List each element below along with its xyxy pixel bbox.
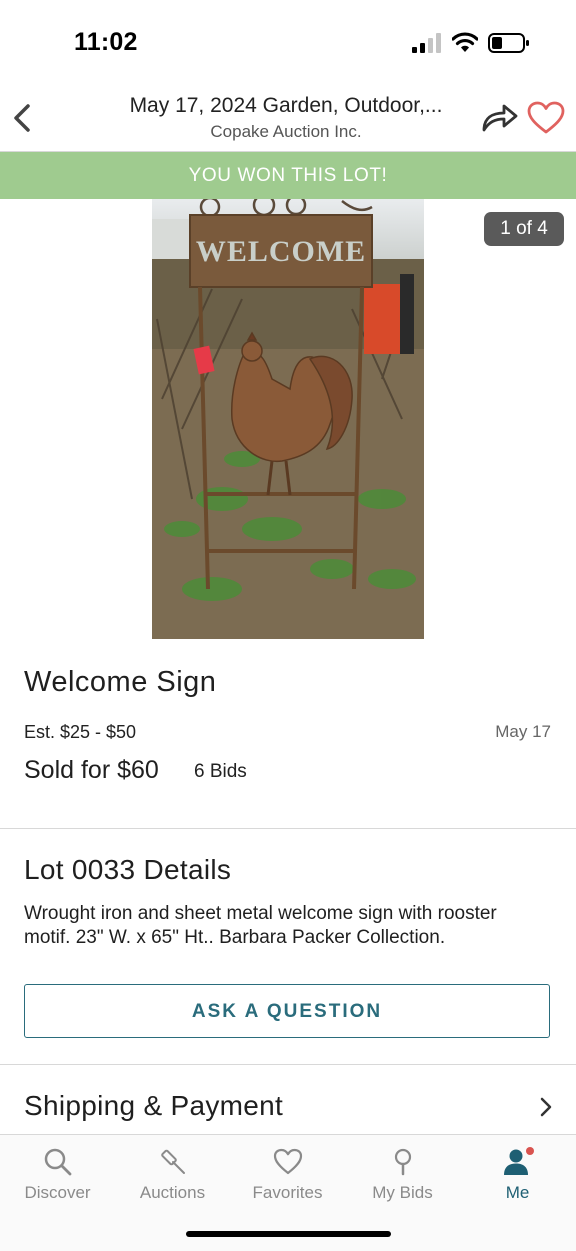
cellular-signal-icon bbox=[412, 33, 441, 53]
search-icon bbox=[44, 1148, 71, 1176]
home-indicator bbox=[186, 1231, 391, 1237]
tab-label-my-bids: My Bids bbox=[372, 1183, 433, 1202]
won-lot-banner: YOU WON THIS LOT! bbox=[0, 152, 576, 199]
tab-auctions[interactable]: Auctions bbox=[115, 1141, 230, 1211]
auction-house-name[interactable]: Copake Auction Inc. bbox=[100, 122, 472, 142]
favorite-heart-icon[interactable] bbox=[526, 100, 566, 136]
lot-description: Wrought iron and sheet metal welcome sig… bbox=[24, 903, 497, 948]
tab-my-bids[interactable]: My Bids bbox=[345, 1141, 460, 1211]
tab-label-me: Me bbox=[505, 1183, 530, 1202]
heart-icon bbox=[273, 1148, 302, 1175]
shipping-payment-row[interactable]: Shipping & Payment bbox=[0, 1078, 576, 1134]
share-icon[interactable] bbox=[480, 100, 520, 134]
shipping-payment-label: Shipping & Payment bbox=[24, 1090, 284, 1121]
tab-label-favorites: Favorites bbox=[252, 1183, 323, 1202]
ask-question-button[interactable]: ASK A QUESTION bbox=[24, 984, 550, 1038]
wifi-icon bbox=[452, 32, 478, 52]
section-divider bbox=[0, 828, 576, 829]
chevron-right-icon bbox=[540, 1097, 552, 1117]
status-time: 11:02 bbox=[74, 28, 138, 56]
paddle-icon bbox=[394, 1148, 411, 1176]
auction-title[interactable]: May 17, 2024 Garden, Outdoor,... bbox=[100, 94, 472, 118]
nav-header: May 17, 2024 Garden, Outdoor,... Copake … bbox=[0, 86, 576, 152]
gavel-icon bbox=[160, 1149, 185, 1174]
notification-dot bbox=[525, 1147, 534, 1155]
status-bar: 11:02 bbox=[0, 0, 576, 86]
sold-price: Sold for $60 bbox=[24, 756, 159, 784]
lot-date: May 17 bbox=[495, 722, 551, 741]
tab-discover[interactable]: Discover bbox=[0, 1141, 115, 1211]
details-heading: Lot 0033 Details bbox=[24, 854, 232, 885]
lot-photo[interactable]: WELCOME bbox=[152, 199, 424, 639]
sign-lettering: WELCOME bbox=[196, 235, 366, 268]
tab-favorites[interactable]: Favorites bbox=[230, 1141, 345, 1211]
section-divider bbox=[0, 1064, 576, 1065]
tab-label-discover: Discover bbox=[24, 1183, 91, 1202]
tab-label-auctions: Auctions bbox=[139, 1183, 206, 1202]
bid-count[interactable]: 6 Bids bbox=[194, 761, 247, 783]
person-icon bbox=[503, 1147, 534, 1175]
image-counter-badge: 1 of 4 bbox=[484, 212, 564, 246]
lot-title: Welcome Sign bbox=[24, 666, 217, 698]
lot-estimate: Est. $25 - $50 bbox=[24, 722, 137, 742]
battery-icon bbox=[488, 33, 529, 53]
back-chevron-icon[interactable] bbox=[6, 98, 42, 138]
tab-me[interactable]: Me bbox=[460, 1141, 575, 1211]
